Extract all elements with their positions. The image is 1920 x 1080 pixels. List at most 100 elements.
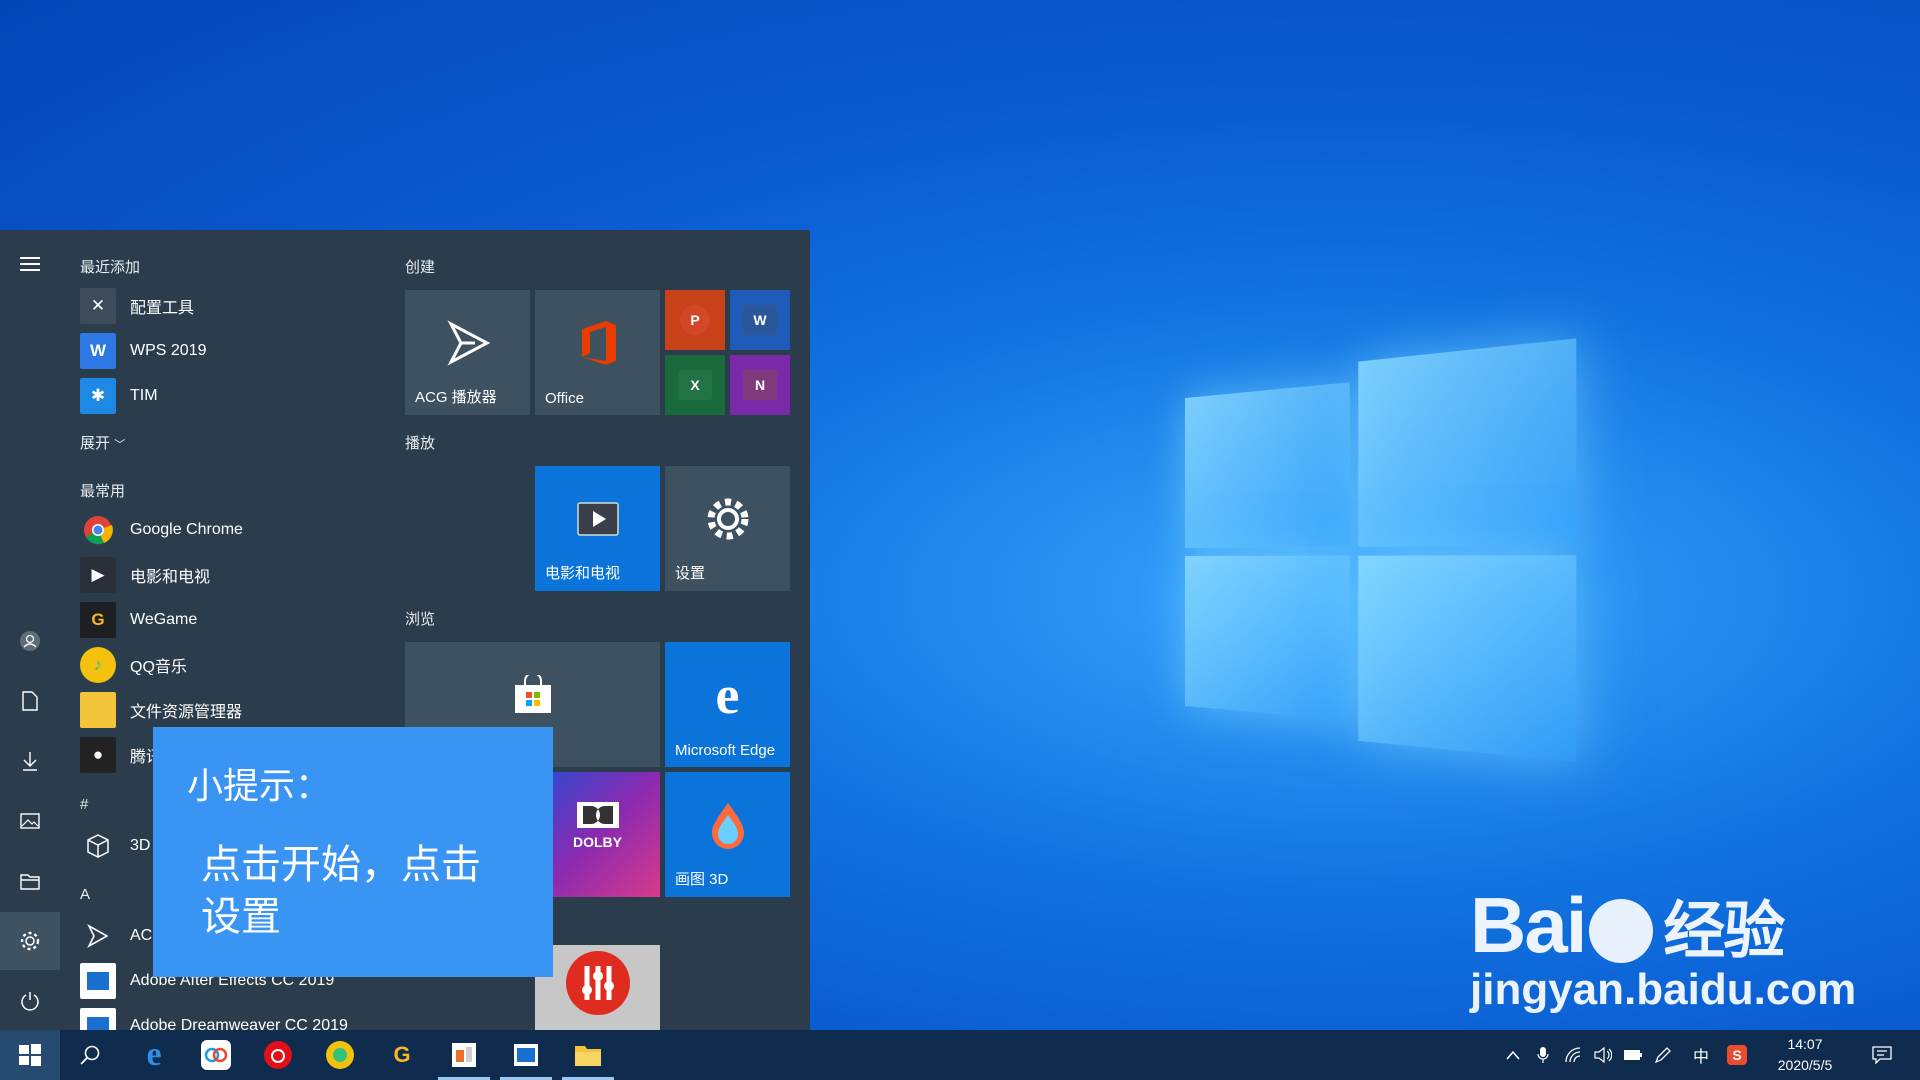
- cloud-app-icon: [201, 1040, 231, 1070]
- window-app-icon: [514, 1044, 538, 1066]
- taskbar-app-cloud[interactable]: [186, 1030, 246, 1080]
- acg-icon: [405, 290, 530, 395]
- app-item-wegame[interactable]: G WeGame: [80, 600, 400, 640]
- qq-icon: ●: [80, 737, 116, 773]
- tray-volume[interactable]: [1590, 1030, 1616, 1080]
- taskbar-file-explorer[interactable]: [558, 1030, 618, 1080]
- desktop-windows-logo: [1185, 338, 1577, 781]
- taskbar-search-button[interactable]: [60, 1030, 120, 1080]
- taskbar-clock[interactable]: 14:07 2020/5/5: [1760, 1034, 1850, 1076]
- windows-icon: [19, 1044, 41, 1066]
- pictures-button[interactable]: [0, 792, 60, 850]
- wifi-icon: [1565, 1047, 1581, 1063]
- document-icon: [22, 691, 38, 711]
- netease-music-icon: [264, 1041, 292, 1069]
- tile-dolby[interactable]: DOLBY: [535, 772, 660, 897]
- tile-paint-3d[interactable]: 画图 3D: [665, 772, 790, 897]
- tile-onenote[interactable]: N: [730, 355, 790, 415]
- app-item-movies-tv[interactable]: ▶ 电影和电视: [80, 555, 400, 595]
- movies-icon: [535, 466, 660, 571]
- start-button[interactable]: [0, 1030, 60, 1080]
- adobe-ae-icon: [80, 963, 116, 999]
- app-item-config-tool[interactable]: ✕ 配置工具: [80, 286, 400, 326]
- tile-excel[interactable]: X: [665, 355, 725, 415]
- edge-icon: e: [146, 1036, 162, 1073]
- taskbar-presentation-app[interactable]: [434, 1030, 494, 1080]
- tile-powerpoint[interactable]: P: [665, 290, 725, 350]
- powerpoint-icon: P: [680, 305, 710, 335]
- power-button[interactable]: [0, 972, 60, 1030]
- file-explorer-button[interactable]: [0, 852, 60, 910]
- tile-movies-tv[interactable]: 电影和电视: [535, 466, 660, 591]
- tile-audio-app[interactable]: [535, 945, 660, 1030]
- taskbar-netease-music[interactable]: [248, 1030, 308, 1080]
- equalizer-icon: [535, 935, 660, 1030]
- action-center-button[interactable]: [1862, 1030, 1902, 1080]
- acg-icon: [80, 918, 116, 954]
- chevron-down-icon: ﹀: [114, 439, 126, 451]
- user-account-button[interactable]: [0, 612, 60, 670]
- dolby-icon: DOLBY: [535, 772, 660, 877]
- taskbar-qqmusic[interactable]: [310, 1030, 370, 1080]
- tip-title: 小提示：: [187, 765, 332, 806]
- app-item-file-explorer[interactable]: 文件资源管理器: [80, 690, 400, 730]
- taskbar-wegame[interactable]: G: [372, 1030, 432, 1080]
- cube-icon: [80, 828, 116, 864]
- documents-button[interactable]: [0, 672, 60, 730]
- expand-button[interactable]: 展开 ﹀: [80, 432, 125, 453]
- picture-icon: [20, 813, 40, 829]
- tile-word[interactable]: W: [730, 290, 790, 350]
- wegame-icon: G: [393, 1042, 411, 1067]
- section-letter-a[interactable]: A: [80, 886, 90, 903]
- baidu-logo: Bai 经验: [1470, 881, 1785, 969]
- baidu-watermark: Bai 经验 jingyan.baidu.com: [1470, 880, 1890, 1040]
- tip-body: 点击开始，点击设置: [201, 843, 481, 939]
- hamburger-menu-button[interactable]: [0, 235, 60, 293]
- tray-sogou[interactable]: S: [1724, 1030, 1750, 1080]
- section-frequent: 最常用: [80, 483, 126, 500]
- movies-icon: ▶: [80, 557, 116, 593]
- microphone-icon: [1537, 1047, 1549, 1063]
- tray-pen[interactable]: [1650, 1030, 1676, 1080]
- paw-icon: [1589, 899, 1654, 964]
- app-item-qqmusic[interactable]: ♪ QQ音乐: [80, 645, 400, 685]
- tim-icon: ✱: [80, 378, 116, 414]
- tray-ime[interactable]: 中: [1688, 1030, 1714, 1080]
- paint3d-icon: [665, 772, 790, 877]
- section-hash[interactable]: #: [80, 796, 88, 813]
- tile-acg-player[interactable]: ACG 播放器: [405, 290, 530, 415]
- tile-office[interactable]: Office: [535, 290, 660, 415]
- sogou-icon: S: [1727, 1045, 1747, 1065]
- wps-icon: W: [80, 333, 116, 369]
- tray-battery[interactable]: [1620, 1030, 1646, 1080]
- taskbar-window-app[interactable]: [496, 1030, 556, 1080]
- downloads-button[interactable]: [0, 732, 60, 790]
- logo-pane: [1185, 555, 1350, 721]
- section-recent: 最近添加: [80, 259, 141, 276]
- qqmusic-icon: [326, 1041, 354, 1069]
- edge-icon: e: [715, 664, 740, 725]
- group-browse: 浏览: [405, 611, 436, 628]
- tile-settings[interactable]: 设置: [665, 466, 790, 591]
- app-item-adobe-dw[interactable]: Adobe Dreamweaver CC 2019: [80, 1006, 400, 1030]
- taskbar-edge[interactable]: e: [124, 1030, 184, 1080]
- wegame-icon: G: [80, 602, 116, 638]
- app-item-wps[interactable]: W WPS 2019: [80, 331, 400, 371]
- office-icon: [535, 290, 660, 395]
- excel-icon: X: [678, 370, 712, 400]
- gear-icon: [20, 931, 40, 951]
- settings-button[interactable]: [0, 912, 60, 970]
- chrome-icon: [80, 512, 116, 548]
- chevron-up-icon: [1506, 1050, 1520, 1060]
- word-icon: W: [743, 305, 777, 335]
- tile-microsoft-edge[interactable]: e Microsoft Edge: [665, 642, 790, 767]
- tray-overflow-button[interactable]: [1500, 1030, 1526, 1080]
- app-item-chrome[interactable]: Google Chrome: [80, 510, 400, 550]
- hamburger-icon: [20, 257, 40, 271]
- pen-icon: [1654, 1047, 1671, 1064]
- tray-microphone[interactable]: [1530, 1030, 1556, 1080]
- logo-pane: [1358, 555, 1577, 762]
- app-item-tim[interactable]: ✱ TIM: [80, 376, 400, 416]
- taskbar: e G 中 S 14:07 2020/5/5: [0, 1030, 1920, 1080]
- tray-network[interactable]: [1560, 1030, 1586, 1080]
